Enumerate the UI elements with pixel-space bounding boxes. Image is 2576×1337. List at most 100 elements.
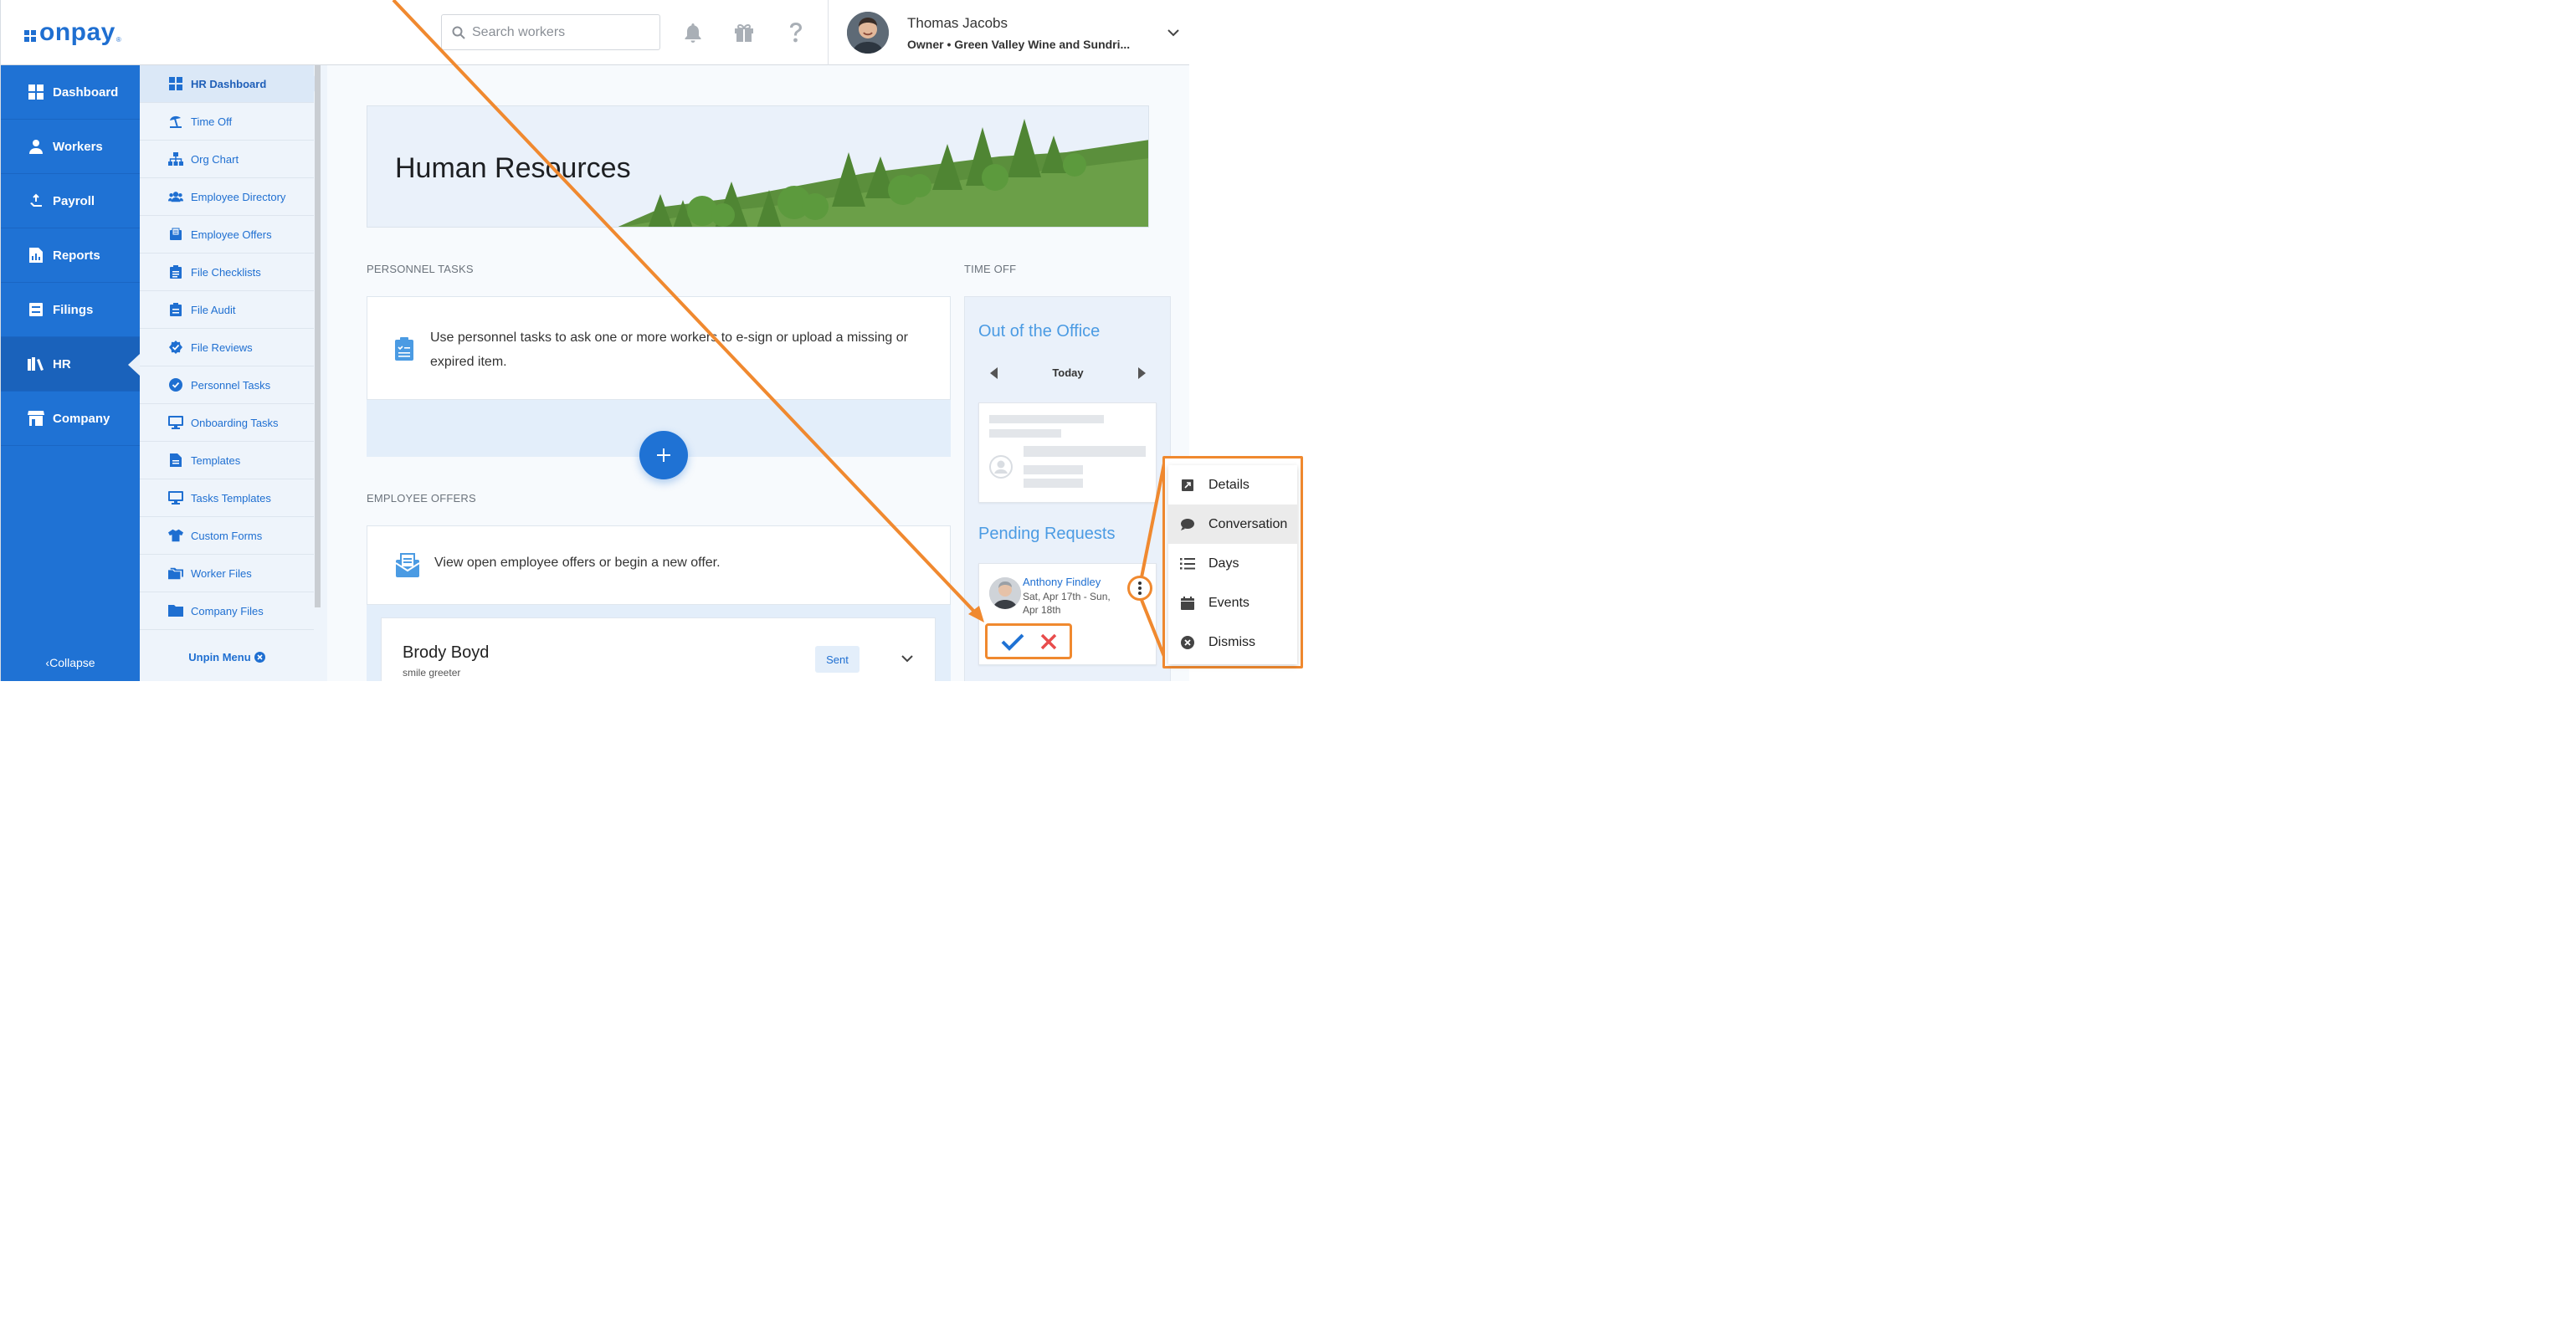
subnav-item-worker-files[interactable]: Worker Files bbox=[140, 555, 314, 592]
monitor-icon bbox=[168, 415, 183, 430]
subnav-scrollbar[interactable] bbox=[315, 65, 321, 607]
filings-icon bbox=[28, 301, 44, 318]
help-icon[interactable] bbox=[783, 20, 808, 45]
chevron-down-icon[interactable] bbox=[901, 652, 914, 665]
user-name[interactable]: Thomas Jacobs bbox=[907, 15, 1008, 32]
open-external-icon bbox=[1180, 478, 1195, 493]
menu-item-details[interactable]: Details bbox=[1168, 465, 1297, 505]
offer-envelope-icon bbox=[395, 553, 420, 577]
reports-icon bbox=[28, 247, 44, 264]
requester-name[interactable]: Anthony Findley bbox=[1023, 576, 1101, 588]
beach-umbrella-icon bbox=[168, 114, 183, 129]
clipboard-check-icon bbox=[168, 302, 183, 317]
subnav-label: Templates bbox=[191, 453, 241, 467]
search-icon bbox=[452, 26, 465, 39]
nav-label: Workers bbox=[53, 139, 103, 154]
skeleton-line bbox=[1024, 479, 1083, 488]
subnav-item-time-off[interactable]: Time Off bbox=[140, 103, 314, 141]
menu-item-dismiss[interactable]: Dismiss bbox=[1168, 622, 1297, 662]
collapse-button[interactable]: ‹Collapse bbox=[1, 656, 140, 669]
previous-day-icon[interactable] bbox=[990, 366, 998, 379]
subnav-item-file-checklists[interactable]: File Checklists bbox=[140, 254, 314, 291]
nav-label: Payroll bbox=[53, 193, 95, 208]
subnav-item-company-files[interactable]: Company Files bbox=[140, 592, 314, 630]
nav-item-dashboard[interactable]: Dashboard bbox=[1, 65, 140, 120]
subnav-label: Org Chart bbox=[191, 152, 239, 166]
more-options-button[interactable] bbox=[1127, 576, 1152, 601]
request-dates: Sat, Apr 17th - Sun, Apr 18th bbox=[1023, 591, 1111, 616]
subnav-item-hr-dashboard[interactable]: HR Dashboard bbox=[140, 65, 321, 103]
main-nav: Dashboard Workers Payroll Reports Filing… bbox=[1, 65, 140, 681]
user-placeholder-icon bbox=[989, 455, 1013, 479]
date-navigator: Today bbox=[990, 366, 1146, 379]
context-menu-highlight: Details Conversation Days Events Dismiss bbox=[1162, 456, 1303, 668]
nav-item-filings[interactable]: Filings bbox=[1, 283, 140, 337]
subnav-item-templates[interactable]: Templates bbox=[140, 442, 314, 479]
approve-check-icon[interactable] bbox=[1001, 633, 1024, 651]
onpay-app: onpay ® Thomas Jacobs Owner • Green Vall… bbox=[0, 0, 1189, 681]
nav-item-reports[interactable]: Reports bbox=[1, 228, 140, 283]
subnav-label: Employee Directory bbox=[191, 190, 286, 203]
subnav-item-personnel-tasks[interactable]: Personnel Tasks bbox=[140, 366, 314, 404]
subnav-item-onboarding-tasks[interactable]: Onboarding Tasks bbox=[140, 404, 314, 442]
folders-icon bbox=[168, 566, 183, 581]
subnav-item-file-reviews[interactable]: File Reviews bbox=[140, 329, 314, 366]
skeleton-line bbox=[989, 429, 1061, 438]
tshirt-icon bbox=[168, 528, 183, 543]
next-day-icon[interactable] bbox=[1137, 366, 1146, 379]
employee-offers-card: View open employee offers or begin a new… bbox=[367, 525, 951, 605]
calendar-icon bbox=[1180, 596, 1195, 611]
offer-worker-role: smile greeter bbox=[403, 667, 461, 679]
nav-item-payroll[interactable]: Payroll bbox=[1, 174, 140, 228]
nav-item-company[interactable]: Company bbox=[1, 392, 140, 446]
offer-row[interactable]: Brody Boyd smile greeter Sent bbox=[381, 617, 936, 681]
out-of-office-title: Out of the Office bbox=[978, 322, 1101, 341]
menu-item-events[interactable]: Events bbox=[1168, 583, 1297, 622]
request-context-menu: Details Conversation Days Events Dismiss bbox=[1168, 465, 1297, 664]
org-chart-icon bbox=[168, 151, 183, 166]
personnel-tasks-card: Use personnel tasks to ask one or more w… bbox=[367, 296, 951, 400]
unpin-menu-button[interactable]: Unpin Menu bbox=[140, 651, 314, 663]
subnav-item-file-audit[interactable]: File Audit bbox=[140, 291, 314, 329]
subnav-item-employee-offers[interactable]: Employee Offers bbox=[140, 216, 314, 254]
header-divider bbox=[828, 0, 829, 65]
dashboard-icon bbox=[168, 76, 183, 91]
subnav-item-employee-directory[interactable]: Employee Directory bbox=[140, 178, 314, 216]
search-input[interactable] bbox=[472, 24, 639, 40]
menu-item-days[interactable]: Days bbox=[1168, 544, 1297, 583]
time-off-heading: TIME OFF bbox=[964, 263, 1017, 275]
nav-item-hr[interactable]: HR bbox=[1, 337, 140, 392]
company-icon bbox=[28, 410, 44, 427]
loading-placeholder-card bbox=[978, 402, 1157, 503]
bell-icon[interactable] bbox=[680, 20, 706, 45]
date-label: Today bbox=[1052, 366, 1084, 379]
nav-item-workers[interactable]: Workers bbox=[1, 120, 140, 174]
user-avatar[interactable] bbox=[847, 12, 889, 54]
menu-item-conversation[interactable]: Conversation bbox=[1168, 505, 1297, 544]
kebab-menu-icon bbox=[1138, 581, 1142, 595]
add-personnel-task-button[interactable] bbox=[639, 431, 688, 479]
subnav-item-tasks-templates[interactable]: Tasks Templates bbox=[140, 479, 314, 517]
forest-illustration bbox=[618, 119, 1148, 227]
personnel-tasks-heading: PERSONNEL TASKS bbox=[367, 263, 474, 275]
chevron-down-icon[interactable] bbox=[1166, 25, 1181, 40]
check-circle-icon bbox=[168, 377, 183, 392]
subnav-label: Personnel Tasks bbox=[191, 378, 271, 392]
gift-icon[interactable] bbox=[731, 20, 757, 45]
employee-offers-description: View open employee offers or begin a new… bbox=[434, 556, 721, 570]
nav-label: Dashboard bbox=[53, 85, 119, 100]
pending-requests-title: Pending Requests bbox=[978, 525, 1116, 543]
subnav-item-org-chart[interactable]: Org Chart bbox=[140, 141, 314, 178]
deny-x-icon[interactable] bbox=[1040, 633, 1057, 650]
subnav-item-custom-forms[interactable]: Custom Forms bbox=[140, 517, 314, 555]
users-icon bbox=[168, 189, 183, 204]
user-company[interactable]: Owner • Green Valley Wine and Sundri... bbox=[907, 38, 1130, 51]
collapse-label: Collapse bbox=[49, 656, 95, 669]
nav-label: Reports bbox=[53, 248, 100, 263]
onpay-logo[interactable]: onpay ® bbox=[24, 18, 121, 47]
folder-icon bbox=[168, 603, 183, 618]
menu-label: Details bbox=[1208, 477, 1250, 492]
clipboard-icon bbox=[168, 264, 183, 279]
search-box[interactable] bbox=[441, 14, 660, 50]
offer-envelope-icon bbox=[168, 227, 183, 242]
